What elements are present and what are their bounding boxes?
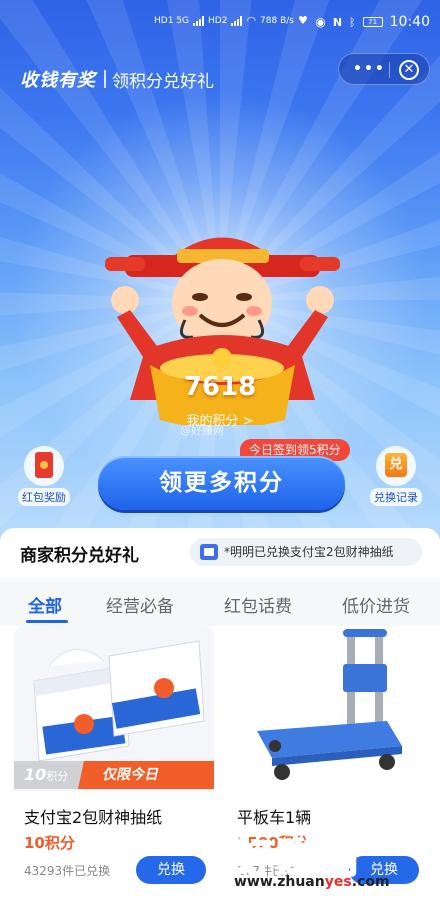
clock: 10:40 [389,14,430,30]
product-sold-count: 43293件已兑换 [24,864,111,878]
more-dots-icon[interactable]: ••• [353,62,386,76]
product-name: 平板车1辆 [237,808,312,827]
product-card-tissue[interactable]: 10积分 仅限今日 支付宝2包财神抽纸 10积分 43293件已兑换 兑换 [14,626,214,907]
signal-icon [193,15,204,26]
page-subtitle: 领积分兑好礼 [112,72,214,92]
category-tabs: 全部 经营必备 红包话费 低价进货 [0,578,440,626]
redeem-ticker: *明明已兑换支付宝2包财神抽纸 [190,538,422,566]
close-circle-icon[interactable]: ✕ [399,60,419,80]
mini-program-capsule: ••• ✕ [338,53,430,85]
battery-icon: 71 [362,17,383,27]
today-only-tag: 仅限今日 [78,761,214,789]
heart-icon: ♥ [297,14,308,27]
cart-product-image [227,626,427,791]
watermark-url: www.zhuanyes.com [234,874,390,890]
tab-business-essentials[interactable]: 经营必备 [106,592,174,617]
tab-red-envelope-phone[interactable]: 红包话费 [224,592,292,617]
site-watermark: 好赚网 www.zhuanyes.com [233,826,434,896]
tab-all[interactable]: 全部 [28,592,62,617]
exchange-record-button[interactable]: 兑 兑换记录 [364,446,428,506]
capsule-divider [389,62,390,78]
weibo-watermark: @好赚网 [180,424,224,437]
product-name: 支付宝2包财神抽纸 [24,808,163,827]
status-bar: HD1 5G HD2 ◠ 788 B/s ♥ ◉ N ᛒ 71 10:40 [0,0,440,44]
earn-more-points-button[interactable]: 领更多积分 [98,456,345,510]
redeem-button[interactable]: 兑换 [136,856,206,884]
net-speed: 788 B/s [260,15,294,26]
points-display: 7618 [0,372,440,402]
bluetooth-icon: ᛒ [349,15,356,29]
section-title: 商家积分兑好礼 [20,546,139,566]
eye-icon: ◉ [315,15,326,29]
ticker-text: *明明已兑换支付宝2包财神抽纸 [224,545,394,559]
red-envelope-reward-button[interactable]: 红包奖励 [12,446,76,506]
signal-icon-2 [231,15,243,26]
network-label-2: HD2 [208,15,228,26]
points-tag-value: 10 [24,765,47,784]
product-price: 10积分 [24,834,75,852]
title-divider [104,70,106,88]
ticker-icon [200,544,218,560]
active-tab-indicator [26,620,68,623]
network-label: HD1 5G [154,15,189,26]
wifi-icon: ◠ [246,14,257,27]
points-tag: 10积分 [14,761,84,789]
brand-title: 收钱有奖 [20,70,96,91]
network-indicators: HD1 5G HD2 ◠ 788 B/s ♥ [154,14,308,27]
red-envelope-reward-label: 红包奖励 [18,488,70,506]
tab-low-price-stock[interactable]: 低价进货 [342,592,410,617]
exchange-record-icon: 兑 [376,446,416,486]
exchange-record-label: 兑换记录 [370,488,422,506]
points-tag-unit: 积分 [46,770,69,783]
nfc-icon: N [332,15,343,29]
red-envelope-icon [24,446,64,486]
status-right: ◉ N ᛒ 71 10:40 [315,14,430,30]
points-value: 7618 [183,372,257,402]
